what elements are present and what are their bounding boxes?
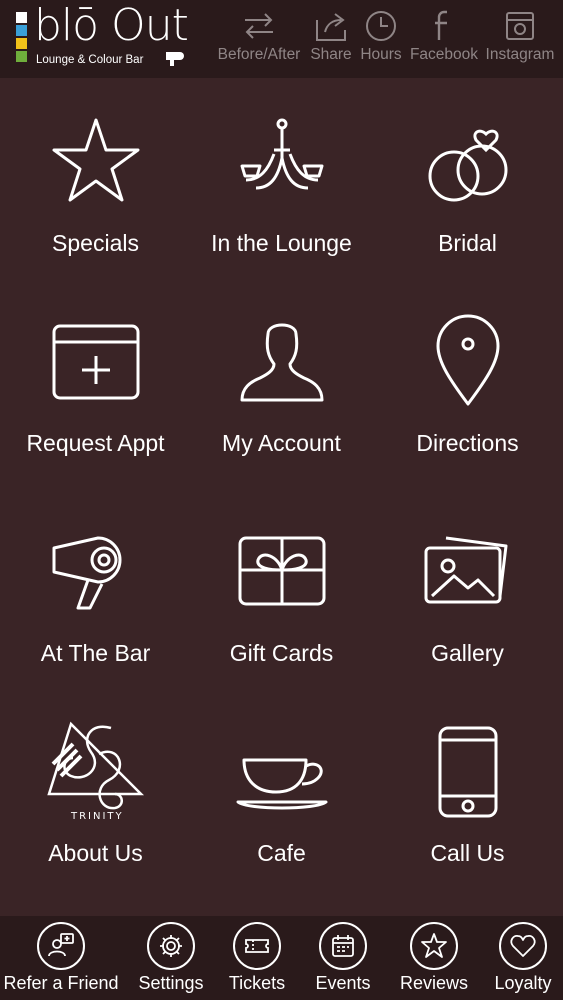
share-icon — [316, 13, 346, 41]
gear-icon — [160, 935, 182, 957]
tile-label: Gift Cards — [229, 640, 334, 666]
photos-icon — [424, 536, 507, 604]
user-icon — [240, 323, 323, 402]
tile-request-appt[interactable]: Request Appt — [2, 278, 189, 478]
trinity-logo-icon: TRINITY — [46, 721, 144, 822]
before-after-label: Before/After — [217, 46, 301, 63]
events-icon-circle — [319, 922, 367, 970]
reviews-icon-circle — [410, 922, 458, 970]
star-icon — [421, 933, 447, 958]
tile-directions[interactable]: Directions — [374, 278, 561, 478]
phone-icon — [438, 726, 497, 818]
hours-button[interactable]: Hours — [356, 8, 406, 70]
hair-dryer-icon — [52, 536, 121, 610]
tile-label: My Account — [222, 430, 341, 456]
tile-label: Cafe — [257, 840, 306, 866]
map-pin-icon — [436, 314, 499, 406]
tile-about-us[interactable]: TRINITY About Us — [2, 688, 189, 888]
tile-gallery[interactable]: Gallery — [374, 488, 561, 688]
tile-label: At The Bar — [40, 640, 151, 666]
facebook-button[interactable]: Facebook — [406, 8, 482, 70]
clock-icon — [366, 11, 396, 41]
tile-cafe[interactable]: Cafe — [188, 688, 375, 888]
refer-a-friend-button[interactable]: Refer a Friend — [3, 916, 119, 1000]
heart-icon — [510, 935, 536, 957]
arrows-swap-icon — [245, 13, 273, 39]
star-icon — [52, 118, 139, 202]
trinity-logo-text: TRINITY — [70, 811, 124, 822]
loyalty-icon-circle — [499, 922, 547, 970]
settings-label: Settings — [138, 973, 204, 993]
settings-icon-circle — [147, 922, 195, 970]
calendar-plus-icon — [52, 324, 139, 400]
facebook-label: Facebook — [409, 46, 479, 63]
loyalty-label: Loyalty — [494, 973, 552, 993]
menu-grid: Specials In the Lounge Bridal Request Ap… — [0, 78, 563, 916]
tile-label: In the Lounge — [211, 230, 352, 256]
tile-label: Request Appt — [26, 430, 165, 456]
tickets-icon-circle — [233, 922, 281, 970]
tile-specials[interactable]: Specials — [2, 78, 189, 278]
tile-my-account[interactable]: My Account — [188, 278, 375, 478]
hair-dryer-logo-icon — [166, 52, 184, 66]
tile-at-the-bar[interactable]: At The Bar — [2, 488, 189, 688]
reviews-button[interactable]: Reviews — [396, 916, 472, 1000]
share-button[interactable]: Share — [306, 8, 356, 70]
ticket-icon — [245, 939, 269, 953]
instagram-label: Instagram — [485, 46, 555, 63]
tile-bridal[interactable]: Bridal — [374, 78, 561, 278]
settings-button[interactable]: Settings — [136, 916, 206, 1000]
tile-label: Directions — [416, 430, 519, 456]
tile-label: About Us — [48, 840, 143, 866]
coffee-cup-icon — [236, 758, 327, 810]
hours-label: Hours — [360, 46, 402, 63]
loyalty-button[interactable]: Loyalty — [488, 916, 558, 1000]
tickets-label: Tickets — [228, 973, 286, 993]
tile-label: Call Us — [430, 840, 505, 866]
events-button[interactable]: Events — [308, 916, 378, 1000]
bottom-nav: Refer a Friend Settings Tickets Events R… — [0, 916, 563, 1000]
refer-label: Refer a Friend — [3, 973, 119, 993]
top-actions-bar: Before/After Share Hours Facebook Instag… — [212, 8, 562, 70]
calendar-icon — [332, 935, 354, 957]
reviews-label: Reviews — [399, 973, 469, 993]
logo-subtitle: Lounge & Colour Bar — [36, 54, 144, 66]
tile-call-us[interactable]: Call Us — [374, 688, 561, 888]
tickets-button[interactable]: Tickets — [222, 916, 292, 1000]
share-label: Share — [310, 46, 352, 63]
facebook-icon — [435, 10, 447, 40]
tile-in-the-lounge[interactable]: In the Lounge — [188, 78, 375, 278]
instagram-button[interactable]: Instagram — [482, 8, 558, 70]
events-label: Events — [315, 973, 371, 993]
refer-icon-circle — [37, 922, 85, 970]
app-header: blō Out Lounge & Colour Bar Before/After… — [0, 0, 563, 78]
chandelier-icon — [240, 118, 323, 190]
logo-color-squares — [16, 12, 28, 64]
instagram-icon — [506, 12, 534, 40]
gift-icon — [238, 536, 325, 606]
app-logo[interactable]: blō Out Lounge & Colour Bar — [14, 0, 194, 72]
rings-icon — [428, 129, 507, 202]
tile-label: Bridal — [438, 230, 497, 256]
logo-text: blō Out — [34, 0, 189, 51]
tile-label: Gallery — [431, 640, 504, 666]
before-after-button[interactable]: Before/After — [212, 8, 306, 70]
tile-gift-cards[interactable]: Gift Cards — [188, 488, 375, 688]
tile-label: Specials — [52, 230, 139, 256]
refer-icon — [48, 933, 74, 957]
